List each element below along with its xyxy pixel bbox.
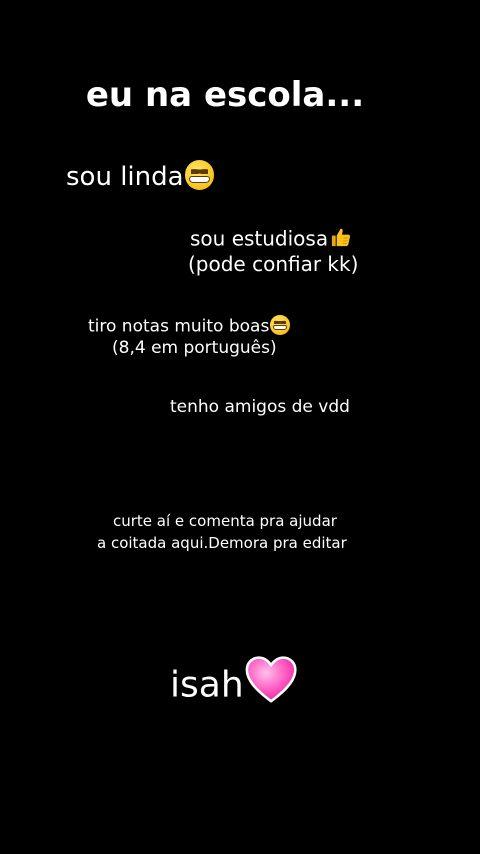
caption-line-1: sou linda	[66, 160, 215, 193]
caption-text: tiro notas muito boas	[88, 316, 270, 337]
signature-text: isah	[170, 664, 244, 706]
caption-text: sou estudiosa	[190, 226, 329, 251]
story-canvas: eu na escola... sou linda sou estudiosa …	[0, 0, 480, 854]
pink-heart-icon	[245, 656, 297, 703]
story-title: eu na escola...	[85, 75, 365, 115]
grinning-face-icon	[270, 315, 290, 335]
caption-text: sou linda	[66, 162, 184, 193]
caption-line-6: tenho amigos de vdd	[170, 397, 350, 417]
caption-line-2: sou estudiosa	[190, 226, 352, 249]
caption-line-4: tiro notas muito boas	[88, 315, 290, 336]
grinning-face-icon	[184, 160, 215, 190]
caption-line-5: (8,4 em português)	[112, 338, 277, 358]
caption-line-3: (pode confiar kk)	[188, 252, 359, 276]
caption-line-8: a coitada aqui.Demora pra editar	[97, 534, 347, 552]
caption-line-7: curte aí e comenta pra ajudar	[113, 512, 337, 530]
signature: isah	[170, 656, 297, 703]
thumbs-up-icon	[329, 226, 352, 249]
